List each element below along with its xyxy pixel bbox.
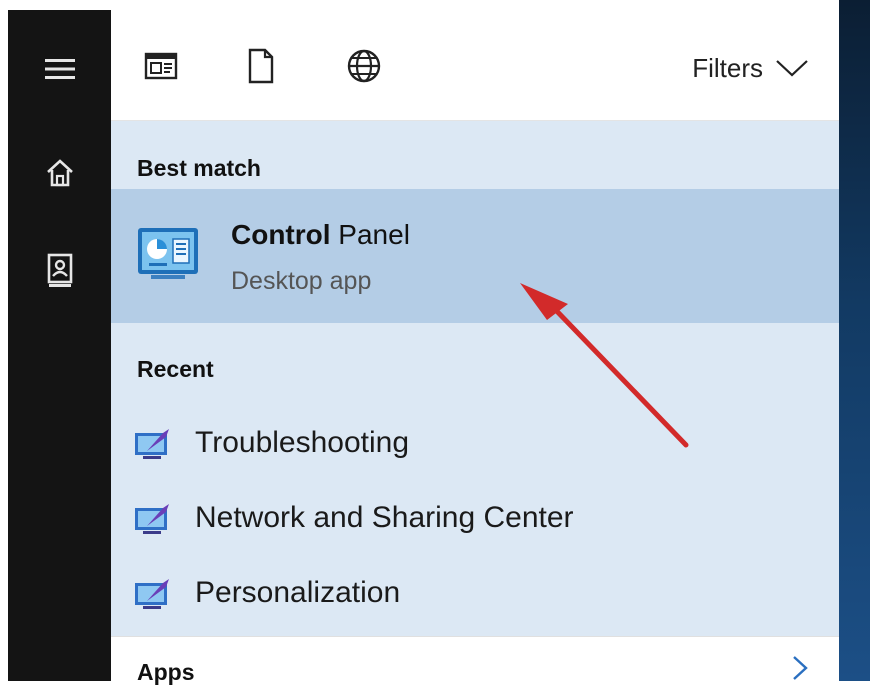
results-list: Best match Control Panel Desktop app Rec… xyxy=(111,121,839,685)
recent-heading: Recent xyxy=(137,356,214,382)
apps-heading: Apps xyxy=(137,659,195,685)
filter-toolbar: Filters xyxy=(111,10,839,121)
home-icon[interactable] xyxy=(8,138,111,208)
filters-label: Filters xyxy=(692,52,763,83)
chevron-down-icon xyxy=(776,60,808,77)
best-match-heading: Best match xyxy=(137,155,261,181)
search-results-panel: Filters Best match Control Panel Desktop… xyxy=(111,10,839,685)
recent-item-troubleshooting[interactable]: Troubleshooting xyxy=(111,409,839,479)
filters-dropdown[interactable]: Filters xyxy=(692,50,809,86)
apps-icon[interactable] xyxy=(141,46,181,86)
apps-section[interactable]: Apps xyxy=(111,636,839,685)
control-panel-item-icon xyxy=(135,504,169,534)
recent-item-label: Troubleshooting xyxy=(195,426,410,459)
control-panel-item-icon xyxy=(135,429,169,459)
hamburger-menu-icon[interactable] xyxy=(8,34,111,104)
recent-item-personalization[interactable]: Personalization xyxy=(111,559,839,629)
recent-item-label: Personalization xyxy=(195,576,401,609)
app-name: Control Panel xyxy=(231,219,410,250)
control-panel-item-icon xyxy=(135,579,169,609)
chevron-right-icon xyxy=(793,656,808,680)
control-panel-icon xyxy=(138,228,198,279)
desktop-background xyxy=(839,0,870,681)
recent-item-network-and-sharing-center[interactable]: Network and Sharing Center xyxy=(111,484,839,554)
recent-item-label: Network and Sharing Center xyxy=(195,501,574,534)
web-icon[interactable] xyxy=(344,46,384,86)
start-sidebar xyxy=(8,10,111,681)
documents-icon[interactable] xyxy=(241,46,281,86)
notebook-icon[interactable] xyxy=(8,236,111,306)
app-type: Desktop app xyxy=(231,267,372,295)
best-match-result[interactable]: Control Panel Desktop app xyxy=(111,189,839,323)
